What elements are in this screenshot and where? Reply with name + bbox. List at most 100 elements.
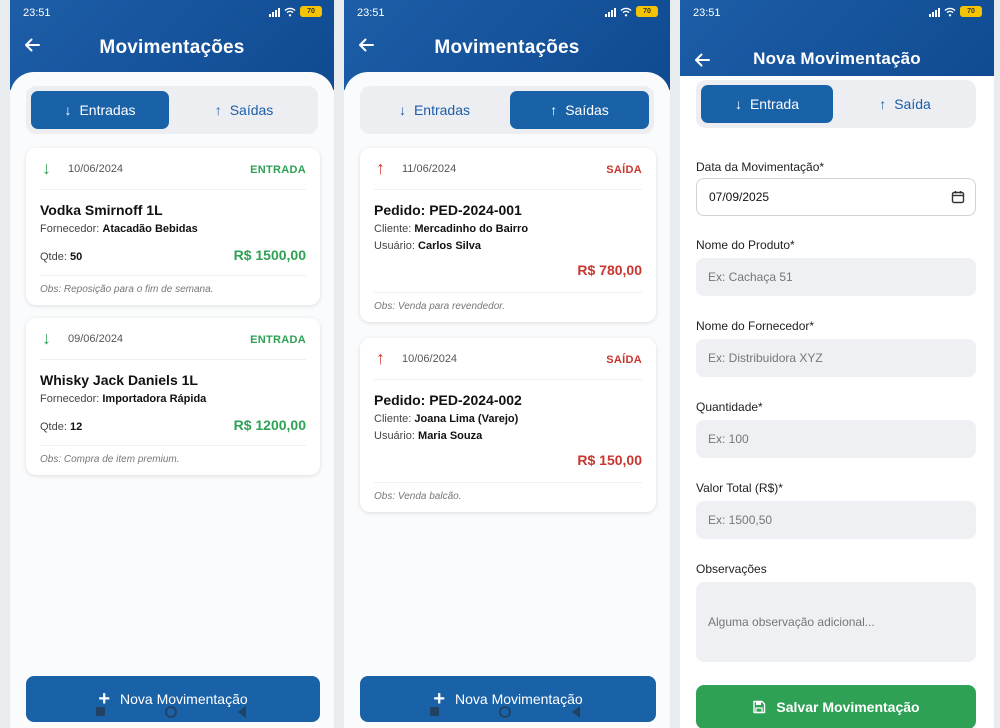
entrada-badge: ENTRADA [250,164,306,176]
supplier-line: Fornecedor: Atacadão Bebidas [40,223,306,235]
product-name: Whisky Jack Daniels 1L [40,372,198,388]
card-amount: R$ 780,00 [577,262,642,278]
card-amount: R$ 1500,00 [233,247,306,263]
screen-saidas: 23:51 70 Movimentações ↓ Entradas ↑ Saíd… [344,0,670,728]
tab-entradas[interactable]: ↓ Entradas [31,91,169,129]
screen-new-movement: 23:51 70 Nova Movimentação ↓ Entrada ↑ S… [680,0,994,728]
client-value: Mercadinho do Bairro [414,223,529,235]
notes-label: Observações [696,562,767,576]
entrada-badge: ENTRADA [250,334,306,346]
tab-label: Entradas [79,102,136,118]
supplier-label: Fornecedor: [40,223,100,235]
qty-row: Qtde: 50 R$ 1500,00 [40,245,306,267]
battery-icon: 70 [300,6,322,17]
user-line: Usuário: Carlos Silva [374,240,642,252]
supplier-value: Importadora Rápida [102,393,207,405]
new-movement-button[interactable]: + Nova Movimentação [360,676,656,722]
tab-saida[interactable]: ↑ Saída [839,85,971,123]
wifi-icon [620,7,632,17]
movement-card[interactable]: ↓ 09/06/2024 ENTRADA Whisky Jack Daniels… [26,318,320,475]
saida-badge: SAÍDA [606,354,642,366]
arrow-down-icon: ↓ [398,102,406,118]
tab-saidas[interactable]: ↑ Saídas [175,91,313,129]
card-date: 09/06/2024 [68,333,124,345]
supplier-input[interactable]: Ex: Distribuidora XYZ [696,339,976,377]
page-title: Nova Movimentação [753,49,921,68]
supplier-value: Atacadão Bebidas [102,223,198,235]
button-label: Salvar Movimentação [776,699,920,715]
quantity: Qtde: 50 [40,251,82,263]
total-input[interactable]: Ex: 1500,50 [696,501,976,539]
status-time: 23:51 [693,7,721,19]
status-time: 23:51 [357,7,385,19]
movement-type-toggle: ↓ Entradas ↑ Saídas [26,86,318,134]
new-movement-button[interactable]: + Nova Movimentação [26,676,320,722]
arrow-up-icon: ↑ [879,96,887,112]
signal-icon [605,7,616,17]
client-value: Joana Lima (Varejo) [414,413,519,425]
movement-card[interactable]: ↓ 10/06/2024 ENTRADA Vodka Smirnoff 1L F… [26,148,320,305]
tab-entradas[interactable]: ↓ Entradas [365,91,504,129]
client-label: Cliente: [374,223,412,235]
card-date: 10/06/2024 [68,163,124,175]
card-header: ↓ 09/06/2024 ENTRADA [40,318,306,360]
tab-label: Saídas [565,102,609,118]
arrow-down-icon: ↓ [734,96,742,112]
card-obs: Obs: Venda balcão. [374,482,642,512]
quantity-label: Quantidade* [696,400,763,414]
supplier-label: Nome do Fornecedor* [696,319,815,333]
wifi-icon [944,7,956,17]
arrow-down-icon: ↓ [64,102,72,118]
movement-card[interactable]: ↑ 11/06/2024 SAÍDA Pedido: PED-2024-001 … [360,148,656,322]
qty-label: Qtde: [40,251,67,263]
order-id: Pedido: PED-2024-001 [374,202,522,218]
arrow-down-icon: ↓ [42,158,51,178]
card-header: ↑ 10/06/2024 SAÍDA [374,338,642,380]
movement-card[interactable]: ↑ 10/06/2024 SAÍDA Pedido: PED-2024-002 … [360,338,656,512]
signal-icon [929,7,940,17]
user-value: Carlos Silva [418,240,482,252]
tab-label: Entradas [413,102,471,118]
quantity-input[interactable]: Ex: 100 [696,420,976,458]
product-name: Vodka Smirnoff 1L [40,202,163,218]
tab-entrada[interactable]: ↓ Entrada [701,85,833,123]
status-icons: 70 [605,6,658,17]
status-bar: 23:51 70 [344,0,670,22]
card-obs: Obs: Reposição para o fim de semana. [40,275,306,305]
date-value: 07/09/2025 [709,190,770,204]
arrow-up-icon: ↑ [376,158,385,178]
content-sheet: ↓ Entradas ↑ Saídas ↑ 11/06/2024 SAÍDA P… [344,72,670,728]
calendar-icon[interactable] [951,190,965,204]
qty-label: Qtde: [40,421,67,433]
card-date: 10/06/2024 [402,353,458,365]
screen-entradas: 23:51 70 Movimentações ↓ Entradas ↑ Saíd… [10,0,334,728]
status-time: 23:51 [23,7,51,19]
supplier-line: Fornecedor: Importadora Rápida [40,393,306,405]
notes-textarea[interactable]: Alguma observação adicional... [696,582,976,662]
amount-row: R$ 780,00 [374,258,642,284]
battery-icon: 70 [960,6,982,17]
save-movement-button[interactable]: Salvar Movimentação [696,685,976,728]
product-input[interactable]: Ex: Cachaça 51 [696,258,976,296]
tab-label: Saída [894,96,931,112]
tab-saidas[interactable]: ↑ Saídas [510,91,649,129]
status-bar: 23:51 70 [10,0,334,22]
plus-icon: + [98,688,111,710]
save-icon [753,700,766,714]
saida-badge: SAÍDA [606,164,642,176]
user-label: Usuário: [374,240,415,252]
quantity: Qtde: 12 [40,421,82,433]
date-field[interactable]: 07/09/2025 [696,178,976,216]
arrow-up-icon: ↑ [376,348,385,368]
battery-icon: 70 [636,6,658,17]
client-label: Cliente: [374,413,412,425]
amount-row: R$ 150,00 [374,448,642,474]
arrow-down-icon: ↓ [42,328,51,348]
supplier-label: Fornecedor: [40,393,100,405]
wifi-icon [284,7,296,17]
arrow-up-icon: ↑ [550,102,558,118]
card-header: ↓ 10/06/2024 ENTRADA [40,148,306,190]
arrow-up-icon: ↑ [214,102,222,118]
card-obs: Obs: Venda para revendedor. [374,292,642,322]
status-bar: 23:51 70 [680,0,994,22]
